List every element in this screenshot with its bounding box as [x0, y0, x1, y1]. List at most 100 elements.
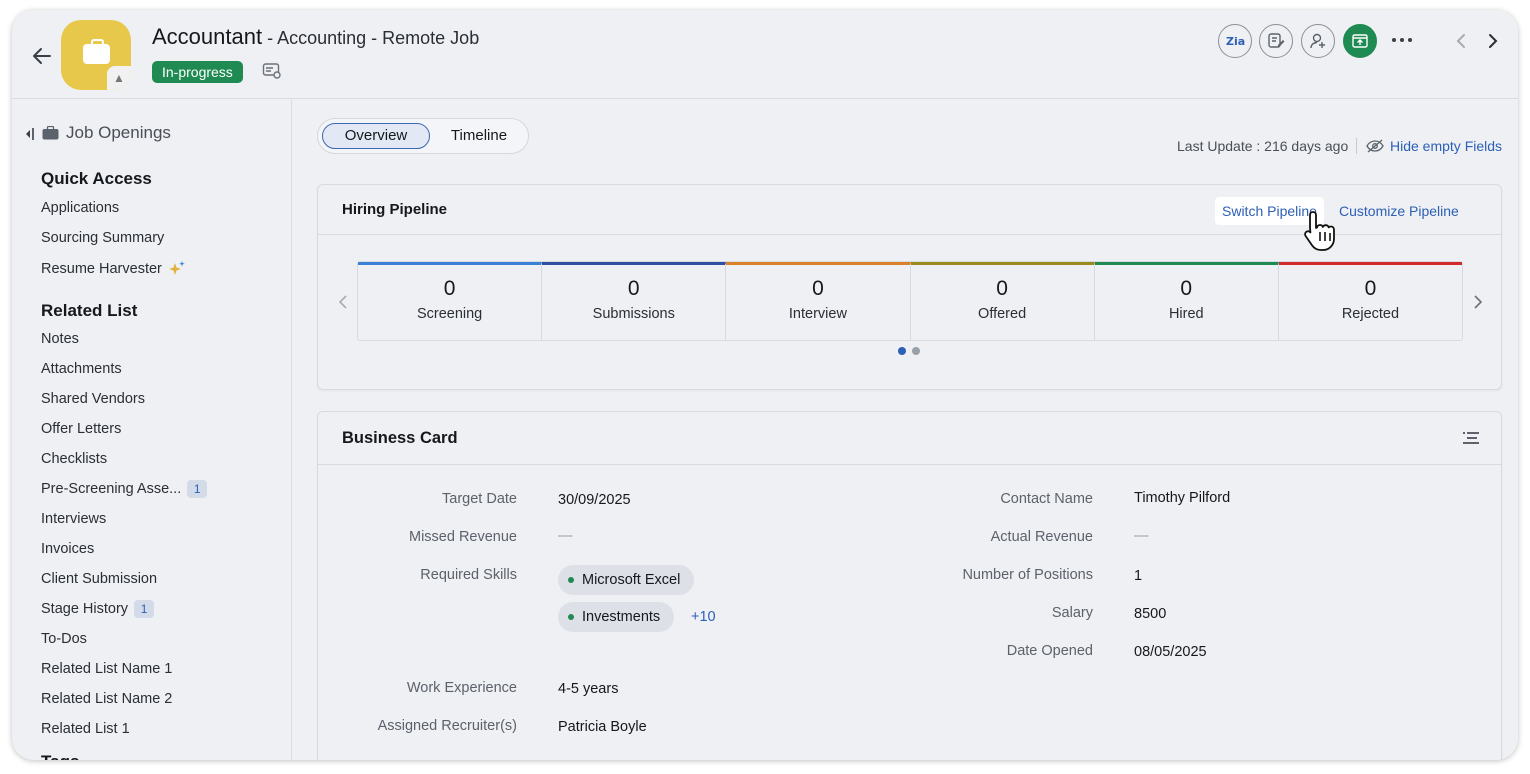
- date-opened-value: 08/05/2025: [1134, 644, 1207, 660]
- sidebar-item-stage-history[interactable]: Stage History 1: [41, 600, 155, 618]
- publish-icon[interactable]: [1343, 24, 1377, 58]
- sidebar-item-label: Related List 1: [41, 721, 130, 737]
- sidebar-item-attachments[interactable]: Attachments: [41, 361, 122, 377]
- svg-text:Zia: Zia: [1226, 35, 1245, 48]
- more-skills-link[interactable]: +10: [691, 609, 716, 625]
- record-header: ▲ Accountant - Accounting - Remote Job I…: [12, 10, 1518, 99]
- business-card: Business Card Target Date 30/09/2025 Mis…: [317, 411, 1502, 760]
- main-content: Overview Timeline Last Update : 216 days…: [293, 100, 1518, 760]
- stage-count: 0: [627, 277, 640, 300]
- assigned-recruiter-value[interactable]: Patricia Boyle: [558, 719, 647, 735]
- hand-cursor-icon: [1304, 211, 1335, 251]
- quick-access-title: Quick Access: [41, 169, 152, 188]
- sidebar-item-sourcing-summary[interactable]: Sourcing Summary: [41, 230, 164, 246]
- stage-label: Hired: [1168, 306, 1204, 322]
- sidebar-item-related-list-1[interactable]: Related List 1: [41, 721, 130, 737]
- last-update: Last Update : 216 days ago: [1177, 138, 1349, 154]
- stage-count: 0: [996, 277, 1008, 300]
- divider: [1356, 138, 1357, 154]
- page-dot-2[interactable]: [912, 347, 920, 355]
- pipeline-next-icon[interactable]: [1472, 293, 1484, 311]
- sidebar-item-client-submission[interactable]: Client Submission: [41, 571, 157, 587]
- stage-label: Interview: [788, 306, 847, 322]
- sidebar-item-to-dos[interactable]: To-Dos: [41, 631, 87, 647]
- stage-submissions[interactable]: 0 Submissions: [542, 262, 727, 340]
- hide-empty-fields-link[interactable]: Hide empty Fields: [1366, 138, 1502, 154]
- missed-revenue-value: —: [558, 528, 573, 544]
- sidebar-item-resume-harvester[interactable]: Resume Harvester: [41, 260, 186, 278]
- back-arrow-icon[interactable]: [30, 44, 54, 68]
- pipeline-pagination: [898, 347, 920, 355]
- customize-pipeline-link[interactable]: Customize Pipeline: [1339, 203, 1459, 219]
- stage-label: Rejected: [1341, 306, 1400, 322]
- job-avatar: ▲: [61, 20, 131, 90]
- card-details-icon[interactable]: [262, 62, 282, 80]
- sidebar-item-offer-letters[interactable]: Offer Letters: [41, 421, 121, 437]
- sidebar-item-interviews[interactable]: Interviews: [41, 511, 106, 527]
- page-title: Accountant - Accounting - Remote Job: [152, 24, 479, 50]
- stage-count: 0: [812, 277, 824, 300]
- pipeline-stages: 0 Screening 0 Submissions 0 Interview 0 Offe…: [357, 261, 1463, 341]
- job-title: Accountant: [152, 24, 263, 49]
- salary-label: Salary: [1051, 605, 1093, 621]
- sidebar-item-label: Stage History: [41, 601, 129, 617]
- assigned-recruiter-label: Assigned Recruiter(s): [377, 718, 517, 734]
- sidebar-item-label: Related List Name 2: [41, 691, 173, 707]
- sparkle-icon: [168, 261, 185, 275]
- skill-chip[interactable]: Microsoft Excel: [558, 565, 695, 595]
- stage-label: Offered: [978, 306, 1027, 322]
- sidebar-item-label: Pre-Screening Asse...: [41, 481, 182, 497]
- edit-note-icon[interactable]: [1259, 24, 1293, 58]
- sidebar-item-label: Notes: [41, 331, 79, 347]
- sidebar-item-invoices[interactable]: Invoices: [41, 541, 94, 557]
- stage-screening[interactable]: 0 Screening: [358, 262, 543, 340]
- missed-revenue-label: Missed Revenue: [409, 529, 517, 545]
- contact-name-value[interactable]: Timothy Pilford: [1134, 490, 1230, 506]
- next-record-icon[interactable]: [1484, 30, 1502, 52]
- sidebar-item-notes[interactable]: Notes: [41, 331, 79, 347]
- hide-empty-label: Hide empty Fields: [1390, 138, 1503, 154]
- actual-revenue-label: Actual Revenue: [990, 529, 1093, 545]
- sidebar-item-checklists[interactable]: Checklists: [41, 451, 107, 467]
- pipeline-prev-icon[interactable]: [337, 293, 349, 311]
- job-department: Accounting: [277, 28, 367, 48]
- sidebar-item-applications[interactable]: Applications: [41, 200, 119, 216]
- date-opened-label: Date Opened: [1006, 643, 1093, 659]
- sidebar-item-related-list-name-1[interactable]: Related List Name 1: [41, 661, 172, 677]
- stage-offered[interactable]: 0 Offered: [910, 262, 1095, 340]
- stage-rejected[interactable]: 0 Rejected: [1278, 262, 1463, 340]
- stage-hired[interactable]: 0 Hired: [1094, 262, 1279, 340]
- stage-interview[interactable]: 0 Interview: [726, 262, 911, 340]
- filter-lines-icon[interactable]: [1462, 430, 1480, 446]
- hot-job-icon: ▲: [107, 66, 131, 90]
- tab-overview[interactable]: Overview: [322, 123, 430, 149]
- view-tabs: Overview Timeline: [317, 118, 529, 154]
- status-badge[interactable]: In-progress: [152, 61, 243, 83]
- stage-label: Submissions: [592, 306, 675, 322]
- previous-record-icon[interactable]: [1452, 30, 1470, 52]
- add-candidate-icon[interactable]: [1301, 24, 1335, 58]
- skill-chip[interactable]: Investments: [558, 602, 675, 632]
- sidebar: Job Openings Quick Access Applications S…: [12, 100, 292, 760]
- page-dot-1[interactable]: [898, 347, 906, 355]
- related-list-title: Related List: [41, 301, 138, 320]
- target-date-value: 30/09/2025: [558, 492, 631, 508]
- stage-count: 0: [1364, 277, 1377, 300]
- target-date-label: Target Date: [442, 491, 517, 507]
- work-experience-value: 4-5 years: [558, 681, 619, 697]
- zia-assist-icon[interactable]: Zia: [1218, 24, 1252, 58]
- collapse-sidebar-icon[interactable]: [23, 126, 35, 142]
- sidebar-item-label: Related List Name 1: [41, 661, 173, 677]
- sidebar-root[interactable]: Job Openings: [42, 123, 171, 143]
- sidebar-item-label: Client Submission: [41, 571, 158, 587]
- sidebar-root-label: Job Openings: [66, 123, 171, 142]
- more-options-icon[interactable]: [1390, 28, 1414, 52]
- eye-off-icon: [1366, 139, 1384, 153]
- sidebar-item-related-list-name-2[interactable]: Related List Name 2: [41, 691, 172, 707]
- tab-timeline[interactable]: Timeline: [436, 123, 522, 149]
- sidebar-item-label: Applications: [41, 200, 120, 216]
- sidebar-item-shared-vendors[interactable]: Shared Vendors: [41, 391, 145, 407]
- sidebar-item-label: Interviews: [41, 511, 107, 527]
- count-badge: 1: [134, 600, 155, 618]
- sidebar-item-pre-screening[interactable]: Pre-Screening Asse... 1: [41, 480, 208, 498]
